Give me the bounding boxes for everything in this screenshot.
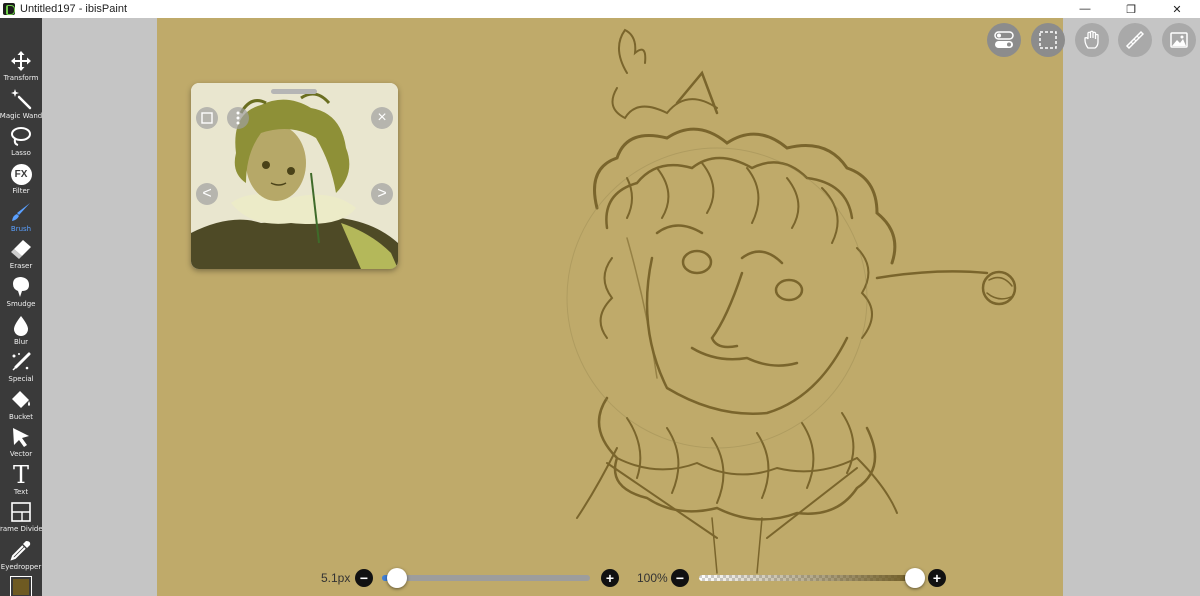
tool-eyedropper[interactable]: Eyedropper xyxy=(0,537,42,574)
tool-sidebar: Transform Magic Wand Lasso FX Filter Bru… xyxy=(0,18,46,596)
tool-magic-wand[interactable]: Magic Wand xyxy=(0,86,42,123)
reference-close-button[interactable]: × xyxy=(371,107,393,129)
ibispaint-app-icon xyxy=(3,3,15,15)
opacity-knob[interactable] xyxy=(905,568,925,588)
reference-menu-button[interactable] xyxy=(227,107,249,129)
window-controls: — ❐ ✕ xyxy=(1062,0,1200,18)
tool-label: Eraser xyxy=(9,262,33,270)
tool-label: Text xyxy=(13,488,29,496)
tool-label: Blur xyxy=(13,338,29,346)
close-button[interactable]: ✕ xyxy=(1154,0,1200,18)
more-vertical-icon xyxy=(236,111,240,125)
tool-label: Smudge xyxy=(6,300,36,308)
tool-bucket[interactable]: Bucket xyxy=(0,387,42,424)
current-color-swatch xyxy=(13,579,29,595)
image-icon xyxy=(1170,32,1188,48)
tool-label: Special xyxy=(8,375,34,383)
tool-transform[interactable]: Transform xyxy=(0,48,42,85)
brush-size-label: 5.1px xyxy=(321,571,351,585)
dashed-selection-icon xyxy=(1039,31,1057,49)
cursor-arrow-icon xyxy=(9,425,33,449)
quick-settings-button[interactable] xyxy=(987,23,1021,57)
tool-lasso[interactable]: Lasso xyxy=(0,123,42,160)
workspace-gutter-right xyxy=(1063,18,1200,596)
brush-icon xyxy=(9,200,33,224)
minimize-button[interactable]: — xyxy=(1062,0,1108,18)
reference-drag-handle[interactable] xyxy=(271,89,317,94)
brush-size-decrease-button[interactable]: − xyxy=(355,569,373,587)
special-pen-icon xyxy=(9,350,33,374)
move-arrows-icon xyxy=(9,49,33,73)
eraser-icon xyxy=(9,237,33,261)
reference-window-button[interactable] xyxy=(1162,23,1196,57)
tool-text[interactable]: T Text xyxy=(0,462,42,499)
tool-label: Filter xyxy=(12,187,30,195)
smudge-icon xyxy=(9,275,33,299)
toggle-switch-icon xyxy=(994,31,1014,48)
restore-button[interactable]: ❐ xyxy=(1108,0,1154,18)
tool-label: Frame Divider xyxy=(0,525,46,533)
lasso-icon xyxy=(9,124,33,148)
tool-vector[interactable]: Vector xyxy=(0,424,42,461)
tool-brush[interactable]: Brush xyxy=(0,199,42,236)
brush-size-knob[interactable] xyxy=(387,568,407,588)
title-bar: Untitled197 - ibisPaint — ❐ ✕ xyxy=(0,0,1200,18)
reference-image xyxy=(191,83,398,269)
opacity-increase-button[interactable]: + xyxy=(928,569,946,587)
tool-label: Magic Wand xyxy=(0,112,43,120)
reference-prev-button[interactable]: < xyxy=(196,183,218,205)
color-swatch-button[interactable] xyxy=(10,576,32,596)
tool-label: Eyedropper xyxy=(0,563,42,571)
opacity-decrease-button[interactable]: − xyxy=(671,569,689,587)
tool-label: Lasso xyxy=(11,149,31,157)
fx-badge: FX xyxy=(10,163,32,185)
hand-tool-button[interactable] xyxy=(1075,23,1109,57)
tool-special[interactable]: Special xyxy=(0,349,42,386)
text-t-icon: T xyxy=(9,463,33,487)
magic-wand-icon xyxy=(9,87,33,111)
tool-eraser[interactable]: Eraser xyxy=(0,236,42,273)
tool-filter[interactable]: FX Filter xyxy=(0,161,42,198)
window-title: Untitled197 - ibisPaint xyxy=(20,3,128,15)
ruler-button[interactable] xyxy=(1118,23,1152,57)
opacity-label: 100% xyxy=(637,571,668,585)
reference-window[interactable]: × < > xyxy=(191,83,398,269)
hand-icon xyxy=(1084,30,1099,49)
opacity-slider[interactable] xyxy=(699,575,917,581)
reference-next-button[interactable]: > xyxy=(371,183,393,205)
selection-area-button[interactable] xyxy=(1031,23,1065,57)
square-icon xyxy=(201,112,213,124)
workspace-gutter-left xyxy=(42,18,157,596)
reference-fit-button[interactable] xyxy=(196,107,218,129)
brush-size-slider[interactable] xyxy=(382,575,590,581)
brush-size-increase-button[interactable]: + xyxy=(601,569,619,587)
tool-smudge[interactable]: Smudge xyxy=(0,274,42,311)
fx-icon: FX xyxy=(9,162,33,186)
eyedropper-icon xyxy=(9,538,33,562)
tool-label: Vector xyxy=(9,450,33,458)
tool-frame-divider[interactable]: Frame Divider xyxy=(0,499,46,536)
opacity-gradient xyxy=(699,575,917,581)
ruler-icon xyxy=(1125,30,1145,50)
drop-icon xyxy=(9,313,33,337)
text-t-glyph: T xyxy=(12,461,29,489)
bucket-icon xyxy=(9,388,33,412)
tool-label: Transform xyxy=(3,74,39,82)
tool-label: Bucket xyxy=(9,413,33,421)
tool-blur[interactable]: Blur xyxy=(0,312,42,349)
tool-label: Brush xyxy=(10,225,32,233)
frame-divider-icon xyxy=(9,500,33,524)
